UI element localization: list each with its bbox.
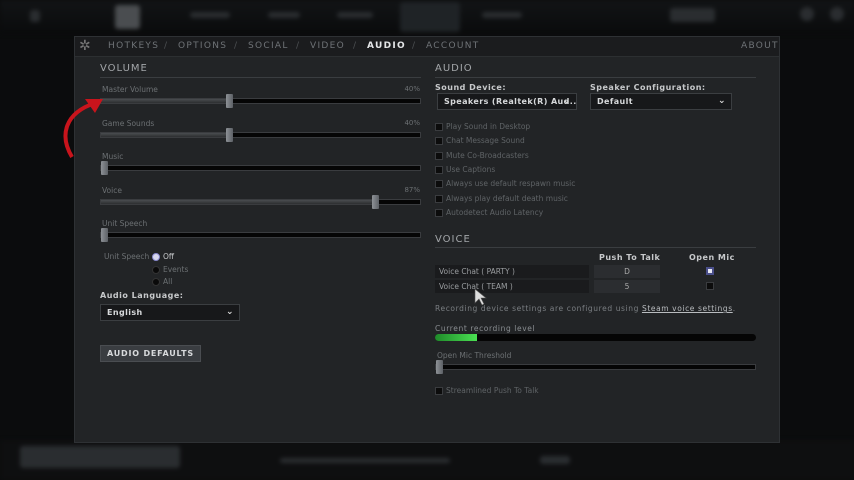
slider-thumb[interactable]: [225, 127, 233, 142]
divider: [435, 247, 756, 248]
checkbox-label: Always play default death music: [446, 193, 568, 203]
checkbox-label: Play Sound in Desktop: [446, 122, 531, 131]
push-to-talk-key[interactable]: 5: [594, 280, 660, 293]
slider-thumb[interactable]: [225, 94, 233, 108]
unit-speech-mode-label: Unit Speech: [104, 252, 150, 261]
tab-social[interactable]: SOCIAL: [248, 41, 289, 51]
speaker-config-label: Speaker Configuration:: [590, 83, 706, 92]
audio-option-checkbox[interactable]: [435, 194, 443, 203]
voice-chat-row-label: Voice Chat ( TEAM ): [435, 280, 589, 293]
settings-panel: ✲ HOTKEYS / OPTIONS / SOCIAL / VIDEO / A…: [74, 36, 780, 443]
slider-fill: [101, 132, 229, 137]
unit-speech-radio[interactable]: [152, 253, 160, 261]
settings-tabs: ✲ HOTKEYS / OPTIONS / SOCIAL / VIDEO / A…: [75, 37, 779, 57]
audio-option-checkbox[interactable]: [435, 123, 443, 131]
radio-label: All: [163, 277, 173, 286]
slider-thumb[interactable]: [372, 194, 380, 209]
slider-label: Unit Speech: [102, 219, 148, 228]
gear-icon[interactable]: ✲: [79, 39, 94, 54]
slider-value: 40%: [404, 85, 420, 93]
streamlined-ptt-checkbox[interactable]: [435, 387, 443, 395]
radio-label: Off: [163, 252, 175, 261]
volume-heading: VOLUME: [100, 63, 148, 74]
slider-value: 40%: [404, 118, 420, 127]
speaker-config-value: Default: [597, 97, 634, 106]
annotation-arrow: [63, 99, 103, 159]
slider-value: 87%: [404, 185, 420, 194]
top-nav-bar-blurred: [0, 0, 854, 34]
voice-heading: VOICE: [435, 234, 471, 245]
speaker-config-dropdown[interactable]: Default ⌄: [590, 93, 732, 110]
sound-device-value: Speakers (Realtek(R) Aud...: [444, 97, 577, 106]
audio-option-checkbox[interactable]: [435, 137, 443, 146]
streamlined-ptt-label: Streamlined Push To Talk: [446, 386, 539, 395]
slider-fill: [101, 99, 229, 103]
unit-speech-radio[interactable]: [152, 265, 160, 274]
open-mic-checkbox[interactable]: [706, 282, 714, 290]
volume-slider[interactable]: [100, 228, 421, 242]
open-mic-threshold-label: Open Mic Threshold: [437, 351, 512, 360]
divider: [100, 77, 421, 78]
audio-heading: AUDIO: [435, 63, 473, 74]
audio-language-dropdown[interactable]: English ⌄: [100, 304, 240, 321]
tab-separator: /: [412, 41, 416, 51]
checkbox-label: Chat Message Sound: [446, 136, 525, 146]
tab-video[interactable]: VIDEO: [310, 41, 345, 51]
audio-defaults-button[interactable]: AUDIO DEFAULTS: [100, 345, 201, 362]
push-to-talk-key[interactable]: D: [594, 265, 660, 278]
recording-level-label: Current recording level: [435, 324, 536, 333]
open-mic-threshold-slider[interactable]: [435, 360, 756, 374]
audio-language-value: English: [107, 308, 143, 317]
push-to-talk-header: Push To Talk: [599, 253, 661, 262]
chevron-down-icon: ⌄: [226, 307, 234, 317]
tab-separator: /: [296, 41, 300, 51]
recording-note-suffix: .: [732, 304, 736, 313]
voice-chat-row-label: Voice Chat ( PARTY ): [435, 265, 589, 278]
tab-options[interactable]: OPTIONS: [178, 41, 227, 51]
chevron-down-icon: ⌄: [563, 96, 571, 106]
slider-fill: [101, 199, 379, 204]
sound-device-dropdown[interactable]: Speakers (Realtek(R) Aud... ⌄: [437, 93, 577, 110]
mouse-cursor-icon: [474, 288, 487, 306]
slider-thumb[interactable]: [436, 360, 443, 374]
open-mic-header: Open Mic: [689, 253, 735, 262]
recording-level-bar: [435, 334, 756, 341]
slider-label: Voice: [102, 185, 122, 195]
tab-separator: /: [234, 41, 238, 51]
volume-slider[interactable]: [100, 161, 421, 175]
checkbox-label: Always use default respawn music: [446, 179, 576, 189]
volume-slider[interactable]: [100, 194, 421, 209]
volume-slider[interactable]: [100, 94, 421, 108]
open-mic-checkbox[interactable]: [706, 267, 714, 275]
checkbox-label: Use Captions: [446, 164, 496, 174]
chevron-down-icon: ⌄: [718, 96, 726, 106]
slider-label: Master Volume: [102, 85, 158, 94]
volume-slider[interactable]: [100, 127, 421, 142]
audio-option-checkbox[interactable]: [435, 151, 443, 160]
recording-note-text: Recording device settings are configured…: [435, 304, 642, 313]
tab-separator: /: [164, 41, 168, 51]
tab-account[interactable]: ACCOUNT: [426, 41, 480, 51]
audio-option-checkbox[interactable]: [435, 165, 443, 174]
divider: [435, 77, 756, 78]
sound-device-label: Sound Device:: [435, 83, 507, 92]
tab-separator: /: [353, 41, 357, 51]
audio-option-checkbox[interactable]: [435, 180, 443, 189]
checkbox-label: Autodetect Audio Latency: [446, 207, 544, 217]
steam-voice-settings-link[interactable]: Steam voice settings: [642, 304, 733, 313]
about-link[interactable]: ABOUT: [741, 41, 779, 51]
recording-level-fill: [435, 334, 477, 341]
audio-option-checkbox[interactable]: [435, 208, 443, 217]
bottom-bar-blurred: [0, 440, 854, 480]
unit-speech-radio[interactable]: [152, 278, 160, 286]
slider-thumb[interactable]: [101, 228, 108, 242]
tab-audio[interactable]: AUDIO: [367, 41, 406, 51]
tab-hotkeys[interactable]: HOTKEYS: [108, 41, 159, 51]
audio-language-label: Audio Language:: [100, 291, 184, 300]
checkbox-label: Mute Co-Broadcasters: [446, 150, 529, 160]
radio-label: Events: [163, 264, 189, 274]
